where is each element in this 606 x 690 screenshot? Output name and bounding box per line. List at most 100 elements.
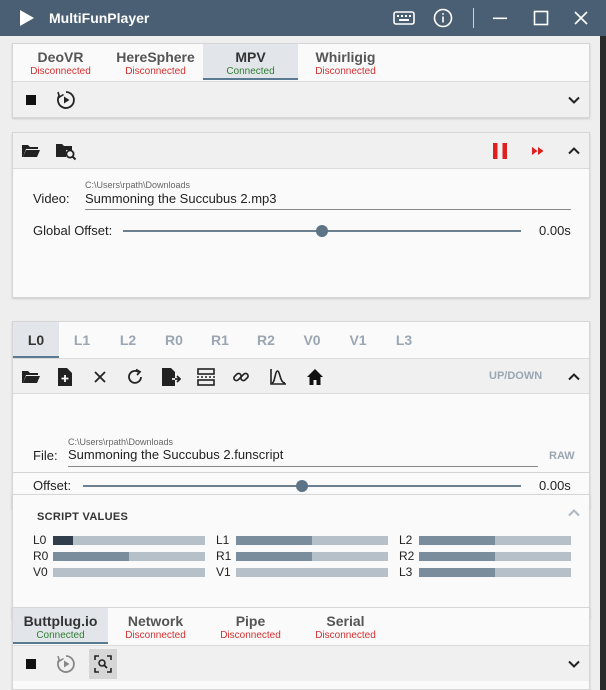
script-value-label: L0 — [33, 533, 47, 547]
video-label: Video: — [33, 191, 70, 206]
tab-status: Connected — [36, 630, 85, 641]
background-strip — [600, 36, 606, 690]
offset-slider-thumb[interactable] — [296, 480, 308, 492]
axis-mode-label[interactable]: UP/DOWN — [489, 370, 542, 382]
tab-label: Network — [127, 613, 184, 629]
offset-label: Offset: — [33, 478, 72, 493]
info-icon[interactable] — [430, 6, 456, 30]
tab-status: Disconnected — [30, 66, 91, 77]
script-file-name: Summoning the Succubus 2.funscript — [68, 447, 284, 462]
video-source-tabs: DeoVR Disconnected HereSphere Disconnect… — [13, 44, 393, 80]
curve-icon[interactable] — [266, 365, 290, 389]
tab-status: Disconnected — [315, 66, 376, 77]
scan-devices-icon[interactable] — [89, 649, 117, 679]
script-value-fill — [53, 552, 129, 561]
tab-whirligig[interactable]: Whirligig Disconnected — [298, 44, 393, 80]
axis-card: L0 L1 L2 R0 R1 R2 V0 V1 L3 UP/DOWN File:… — [12, 321, 590, 473]
stop-icon[interactable] — [19, 652, 43, 676]
script-value-bar — [53, 536, 205, 545]
auto-connect-icon[interactable] — [54, 88, 78, 112]
main-window: DeoVR Disconnected HereSphere Disconnect… — [0, 36, 600, 690]
chevron-up-icon[interactable] — [562, 365, 586, 389]
script-value-fill — [236, 552, 312, 561]
tab-buttplug[interactable]: Buttplug.io Connected — [13, 608, 108, 644]
keyboard-icon[interactable] — [391, 6, 417, 30]
script-value-fill — [419, 552, 495, 561]
titlebar-separator — [473, 8, 474, 28]
tab-label: Whirligig — [315, 49, 376, 65]
tab-label: Buttplug.io — [23, 613, 98, 629]
video-file-name: Summoning the Succubus 2.mp3 — [85, 191, 277, 206]
chevron-down-icon[interactable] — [562, 88, 586, 112]
script-values-card: SCRIPT VALUES L0 L1 L2 R0 R1 R2 V0 V1 L3 — [12, 494, 590, 618]
script-value-label: R1 — [216, 549, 232, 563]
script-value-label: L2 — [399, 533, 413, 547]
tab-axis-r2[interactable]: R2 — [243, 322, 289, 358]
tab-status: Disconnected — [315, 630, 376, 641]
script-value-bar — [53, 568, 205, 577]
axis-tabs: L0 L1 L2 R0 R1 R2 V0 V1 L3 — [13, 322, 427, 358]
file-add-icon[interactable] — [53, 365, 77, 389]
title-bar: MultiFunPlayer — [0, 0, 606, 36]
script-value-bar — [419, 552, 571, 561]
tab-status: Disconnected — [125, 66, 186, 77]
tab-axis-r0[interactable]: R0 — [151, 322, 197, 358]
auto-connect-icon[interactable] — [54, 652, 78, 676]
tab-label: MPV — [235, 49, 266, 65]
maximize-icon[interactable] — [528, 6, 554, 30]
script-value-bar — [419, 568, 571, 577]
app-play-icon — [18, 9, 36, 32]
media-card: Video: C:\Users\rpath\Downloads Summonin… — [12, 132, 590, 375]
folder-search-icon[interactable] — [54, 139, 78, 163]
open-folder-icon[interactable] — [19, 365, 43, 389]
open-folder-icon[interactable] — [19, 139, 43, 163]
chevron-down-icon[interactable] — [562, 652, 586, 676]
reload-icon[interactable] — [123, 365, 147, 389]
tab-axis-l3[interactable]: L3 — [381, 322, 427, 358]
close-icon[interactable] — [568, 6, 594, 30]
file-label: File: — [33, 448, 58, 463]
minimize-icon[interactable] — [487, 6, 513, 30]
global-offset-slider-thumb[interactable] — [316, 225, 328, 237]
tab-deovr[interactable]: DeoVR Disconnected — [13, 44, 108, 80]
home-icon[interactable] — [303, 365, 327, 389]
link-icon[interactable] — [229, 365, 253, 389]
tab-axis-v0[interactable]: V0 — [289, 322, 335, 358]
tab-network[interactable]: Network Disconnected — [108, 608, 203, 644]
tab-axis-l0[interactable]: L0 — [13, 322, 59, 358]
clear-icon[interactable] — [88, 365, 112, 389]
fast-forward-icon[interactable] — [526, 139, 550, 163]
pause-icon[interactable] — [488, 139, 512, 163]
stop-icon[interactable] — [19, 88, 43, 112]
script-value-fill — [236, 536, 312, 545]
offset-value: 0.00s — [539, 478, 571, 493]
global-offset-value: 0.00s — [539, 223, 571, 238]
chevron-up-icon[interactable] — [562, 139, 586, 163]
video-source-toolbar — [13, 81, 589, 117]
video-path: C:\Users\rpath\Downloads — [85, 180, 191, 190]
tab-heresphere[interactable]: HereSphere Disconnected — [108, 44, 203, 80]
tab-pipe[interactable]: Pipe Disconnected — [203, 608, 298, 644]
script-value-bar — [236, 536, 388, 545]
file-move-icon[interactable] — [159, 365, 183, 389]
tab-status: Disconnected — [220, 630, 281, 641]
tab-mpv[interactable]: MPV Connected — [203, 44, 298, 80]
tab-serial[interactable]: Serial Disconnected — [298, 608, 393, 644]
tab-axis-v1[interactable]: V1 — [335, 322, 381, 358]
raw-label[interactable]: RAW — [549, 450, 575, 462]
app-title: MultiFunPlayer — [49, 10, 150, 26]
tab-axis-l1[interactable]: L1 — [59, 322, 105, 358]
tab-axis-l2[interactable]: L2 — [105, 322, 151, 358]
tab-status: Connected — [226, 66, 275, 77]
global-offset-label: Global Offset: — [33, 223, 113, 238]
split-icon[interactable] — [194, 365, 218, 389]
tab-axis-r1[interactable]: R1 — [197, 322, 243, 358]
video-field-underline — [85, 209, 571, 210]
script-value-fill — [419, 568, 495, 577]
script-value-label: V1 — [216, 565, 231, 579]
script-value-bar — [236, 552, 388, 561]
chevron-up-icon[interactable] — [562, 501, 586, 525]
script-value-fill — [53, 536, 73, 545]
script-value-label: L3 — [399, 565, 413, 579]
video-source-card: DeoVR Disconnected HereSphere Disconnect… — [12, 43, 590, 118]
